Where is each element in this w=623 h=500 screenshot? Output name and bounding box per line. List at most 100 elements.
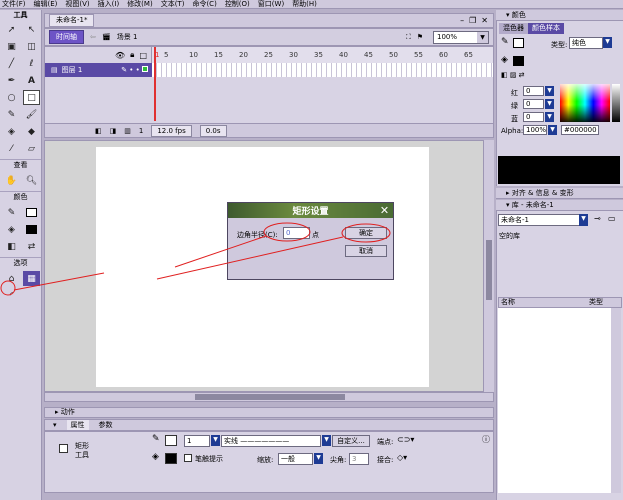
zoom-tool-icon[interactable]: 🔍︎: [23, 173, 40, 188]
chevron-down-icon[interactable]: ▼: [322, 435, 331, 446]
frame-strip[interactable]: [152, 63, 493, 77]
chevron-down-icon[interactable]: ▼: [211, 435, 220, 446]
default-colors-icon[interactable]: ◧: [3, 239, 20, 254]
menu-item[interactable]: 帮助(H): [292, 0, 317, 8]
hex-input[interactable]: #000000: [561, 125, 599, 135]
color-panel-header[interactable]: ▾ 颜色: [496, 10, 623, 21]
pen-tool-icon[interactable]: ✒: [3, 73, 20, 88]
cancel-button[interactable]: 取消: [345, 245, 387, 257]
tab-color-mixer[interactable]: 混色器: [499, 23, 528, 34]
paint-bucket-tool-icon[interactable]: ◆: [23, 124, 40, 139]
close-icon[interactable]: ✕: [378, 204, 391, 217]
color-mode-icons[interactable]: ◧ ▨ ⇄: [501, 71, 525, 79]
chevron-down-icon[interactable]: ▼: [545, 112, 554, 122]
stroke-swatch[interactable]: [513, 38, 524, 48]
brightness-slider[interactable]: [612, 84, 620, 122]
eraser-tool-icon[interactable]: ▱: [23, 141, 40, 156]
back-arrow-icon[interactable]: ⇦: [90, 33, 96, 41]
stroke-color-icon[interactable]: ✎: [3, 205, 20, 220]
minimize-icon[interactable]: –: [460, 16, 464, 25]
alpha-input[interactable]: 100%: [523, 125, 547, 135]
library-document-select[interactable]: 未命名-1: [498, 214, 588, 226]
pencil-tool-icon[interactable]: ✎: [3, 107, 20, 122]
fill-swatch[interactable]: [23, 222, 40, 237]
menu-item[interactable]: 插入(I): [98, 0, 120, 8]
chevron-down-icon[interactable]: ▼: [548, 125, 557, 135]
ink-bottle-tool-icon[interactable]: ◈: [3, 124, 20, 139]
pin-icon[interactable]: ⊸: [594, 214, 601, 223]
stroke-hint-checkbox[interactable]: [184, 454, 192, 462]
document-tab[interactable]: 未命名-1*: [49, 14, 95, 27]
vertical-scrollbar[interactable]: [483, 140, 494, 392]
tab-parameters[interactable]: 参数: [99, 420, 113, 430]
menu-item[interactable]: 窗口(W): [258, 0, 284, 8]
horizontal-scrollbar[interactable]: [44, 392, 494, 402]
restore-icon[interactable]: ❐: [469, 16, 476, 25]
arrow-tool-icon[interactable]: ➚: [3, 22, 20, 37]
scroll-thumb[interactable]: [486, 240, 492, 300]
smooth-option-icon[interactable]: ▦: [23, 271, 40, 286]
actions-panel-header[interactable]: ▸ 动作: [44, 407, 494, 418]
oval-tool-icon[interactable]: ○: [3, 90, 20, 105]
onion-skin-icon[interactable]: ◧: [95, 127, 102, 135]
hand-tool-icon[interactable]: ✋: [3, 173, 20, 188]
outline-icon[interactable]: □: [139, 51, 147, 60]
column-name[interactable]: 名称: [501, 298, 515, 307]
stroke-width-input[interactable]: 1: [184, 435, 210, 447]
menu-item[interactable]: 控制(O): [225, 0, 250, 8]
tab-properties[interactable]: 属性: [66, 420, 89, 430]
tab-color-swatches[interactable]: 颜色样本: [528, 23, 564, 34]
lock-icon[interactable]: 🔒︎: [130, 50, 134, 60]
text-tool-icon[interactable]: A: [23, 73, 40, 88]
color-spectrum[interactable]: [560, 84, 610, 122]
swap-colors-icon[interactable]: ⇄: [23, 239, 40, 254]
stroke-swatch[interactable]: [23, 205, 40, 220]
chevron-down-icon[interactable]: ▼: [579, 214, 588, 226]
free-transform-tool-icon[interactable]: ▣: [3, 39, 20, 54]
new-library-icon[interactable]: ▭: [608, 214, 616, 223]
library-list[interactable]: [498, 308, 611, 493]
line-tool-icon[interactable]: ╱: [3, 56, 20, 71]
chevron-down-icon[interactable]: ▼: [603, 37, 612, 48]
column-kind[interactable]: 类型: [589, 298, 603, 307]
edit-multiple-icon[interactable]: ▥: [124, 127, 131, 135]
join-select-icon[interactable]: ◇▾: [397, 453, 407, 462]
fill-transform-tool-icon[interactable]: ◫: [23, 39, 40, 54]
brush-tool-icon[interactable]: 🖌︎: [23, 107, 40, 122]
close-icon[interactable]: ✕: [481, 16, 488, 25]
rectangle-tool-icon[interactable]: □: [23, 90, 40, 105]
layer-row[interactable]: ▤ 图层 1 ✎ • •: [45, 63, 152, 77]
menu-item[interactable]: 命令(C): [192, 0, 216, 8]
playhead[interactable]: [154, 47, 156, 121]
scale-select[interactable]: 一般: [278, 453, 313, 465]
green-input[interactable]: 0: [523, 99, 544, 109]
timeline-toggle-button[interactable]: 时间轴: [49, 30, 84, 44]
radius-input[interactable]: 0: [283, 227, 310, 239]
menu-item[interactable]: 文件(F): [2, 0, 26, 8]
ok-button[interactable]: 确定: [345, 227, 387, 239]
help-icon[interactable]: ⓘ: [482, 434, 490, 445]
menu-item[interactable]: 编辑(E): [34, 0, 58, 8]
fill-swatch[interactable]: [513, 56, 524, 66]
endpoint-select-icon[interactable]: ⊂⊃▾: [397, 435, 414, 444]
menu-item[interactable]: 文本(T): [161, 0, 185, 8]
chevron-down-icon[interactable]: ▼: [314, 453, 323, 464]
subselect-tool-icon[interactable]: ↖: [23, 22, 40, 37]
menu-item[interactable]: 视图(V): [65, 0, 89, 8]
library-panel-header[interactable]: ▾ 库 - 未命名-1: [496, 200, 623, 211]
library-scrollbar[interactable]: [611, 308, 621, 493]
custom-stroke-button[interactable]: 自定义...: [332, 435, 370, 447]
fill-color-swatch[interactable]: [165, 453, 177, 464]
stroke-color-swatch[interactable]: [165, 435, 177, 446]
blue-input[interactable]: 0: [523, 112, 544, 122]
fill-type-select[interactable]: 纯色: [569, 37, 603, 49]
eye-icon[interactable]: 👁︎: [115, 51, 125, 60]
chevron-down-icon[interactable]: ▼: [545, 99, 554, 109]
onion-outline-icon[interactable]: ◨: [110, 127, 117, 135]
round-rectangle-option-icon[interactable]: ◜: [3, 288, 20, 303]
edit-scene-icon[interactable]: ⛶: [406, 33, 411, 42]
lasso-tool-icon[interactable]: ℓ: [23, 56, 40, 71]
eyedropper-tool-icon[interactable]: ⁄: [3, 141, 20, 156]
miter-input[interactable]: 3: [349, 453, 369, 465]
chevron-down-icon[interactable]: ▼: [545, 86, 554, 96]
